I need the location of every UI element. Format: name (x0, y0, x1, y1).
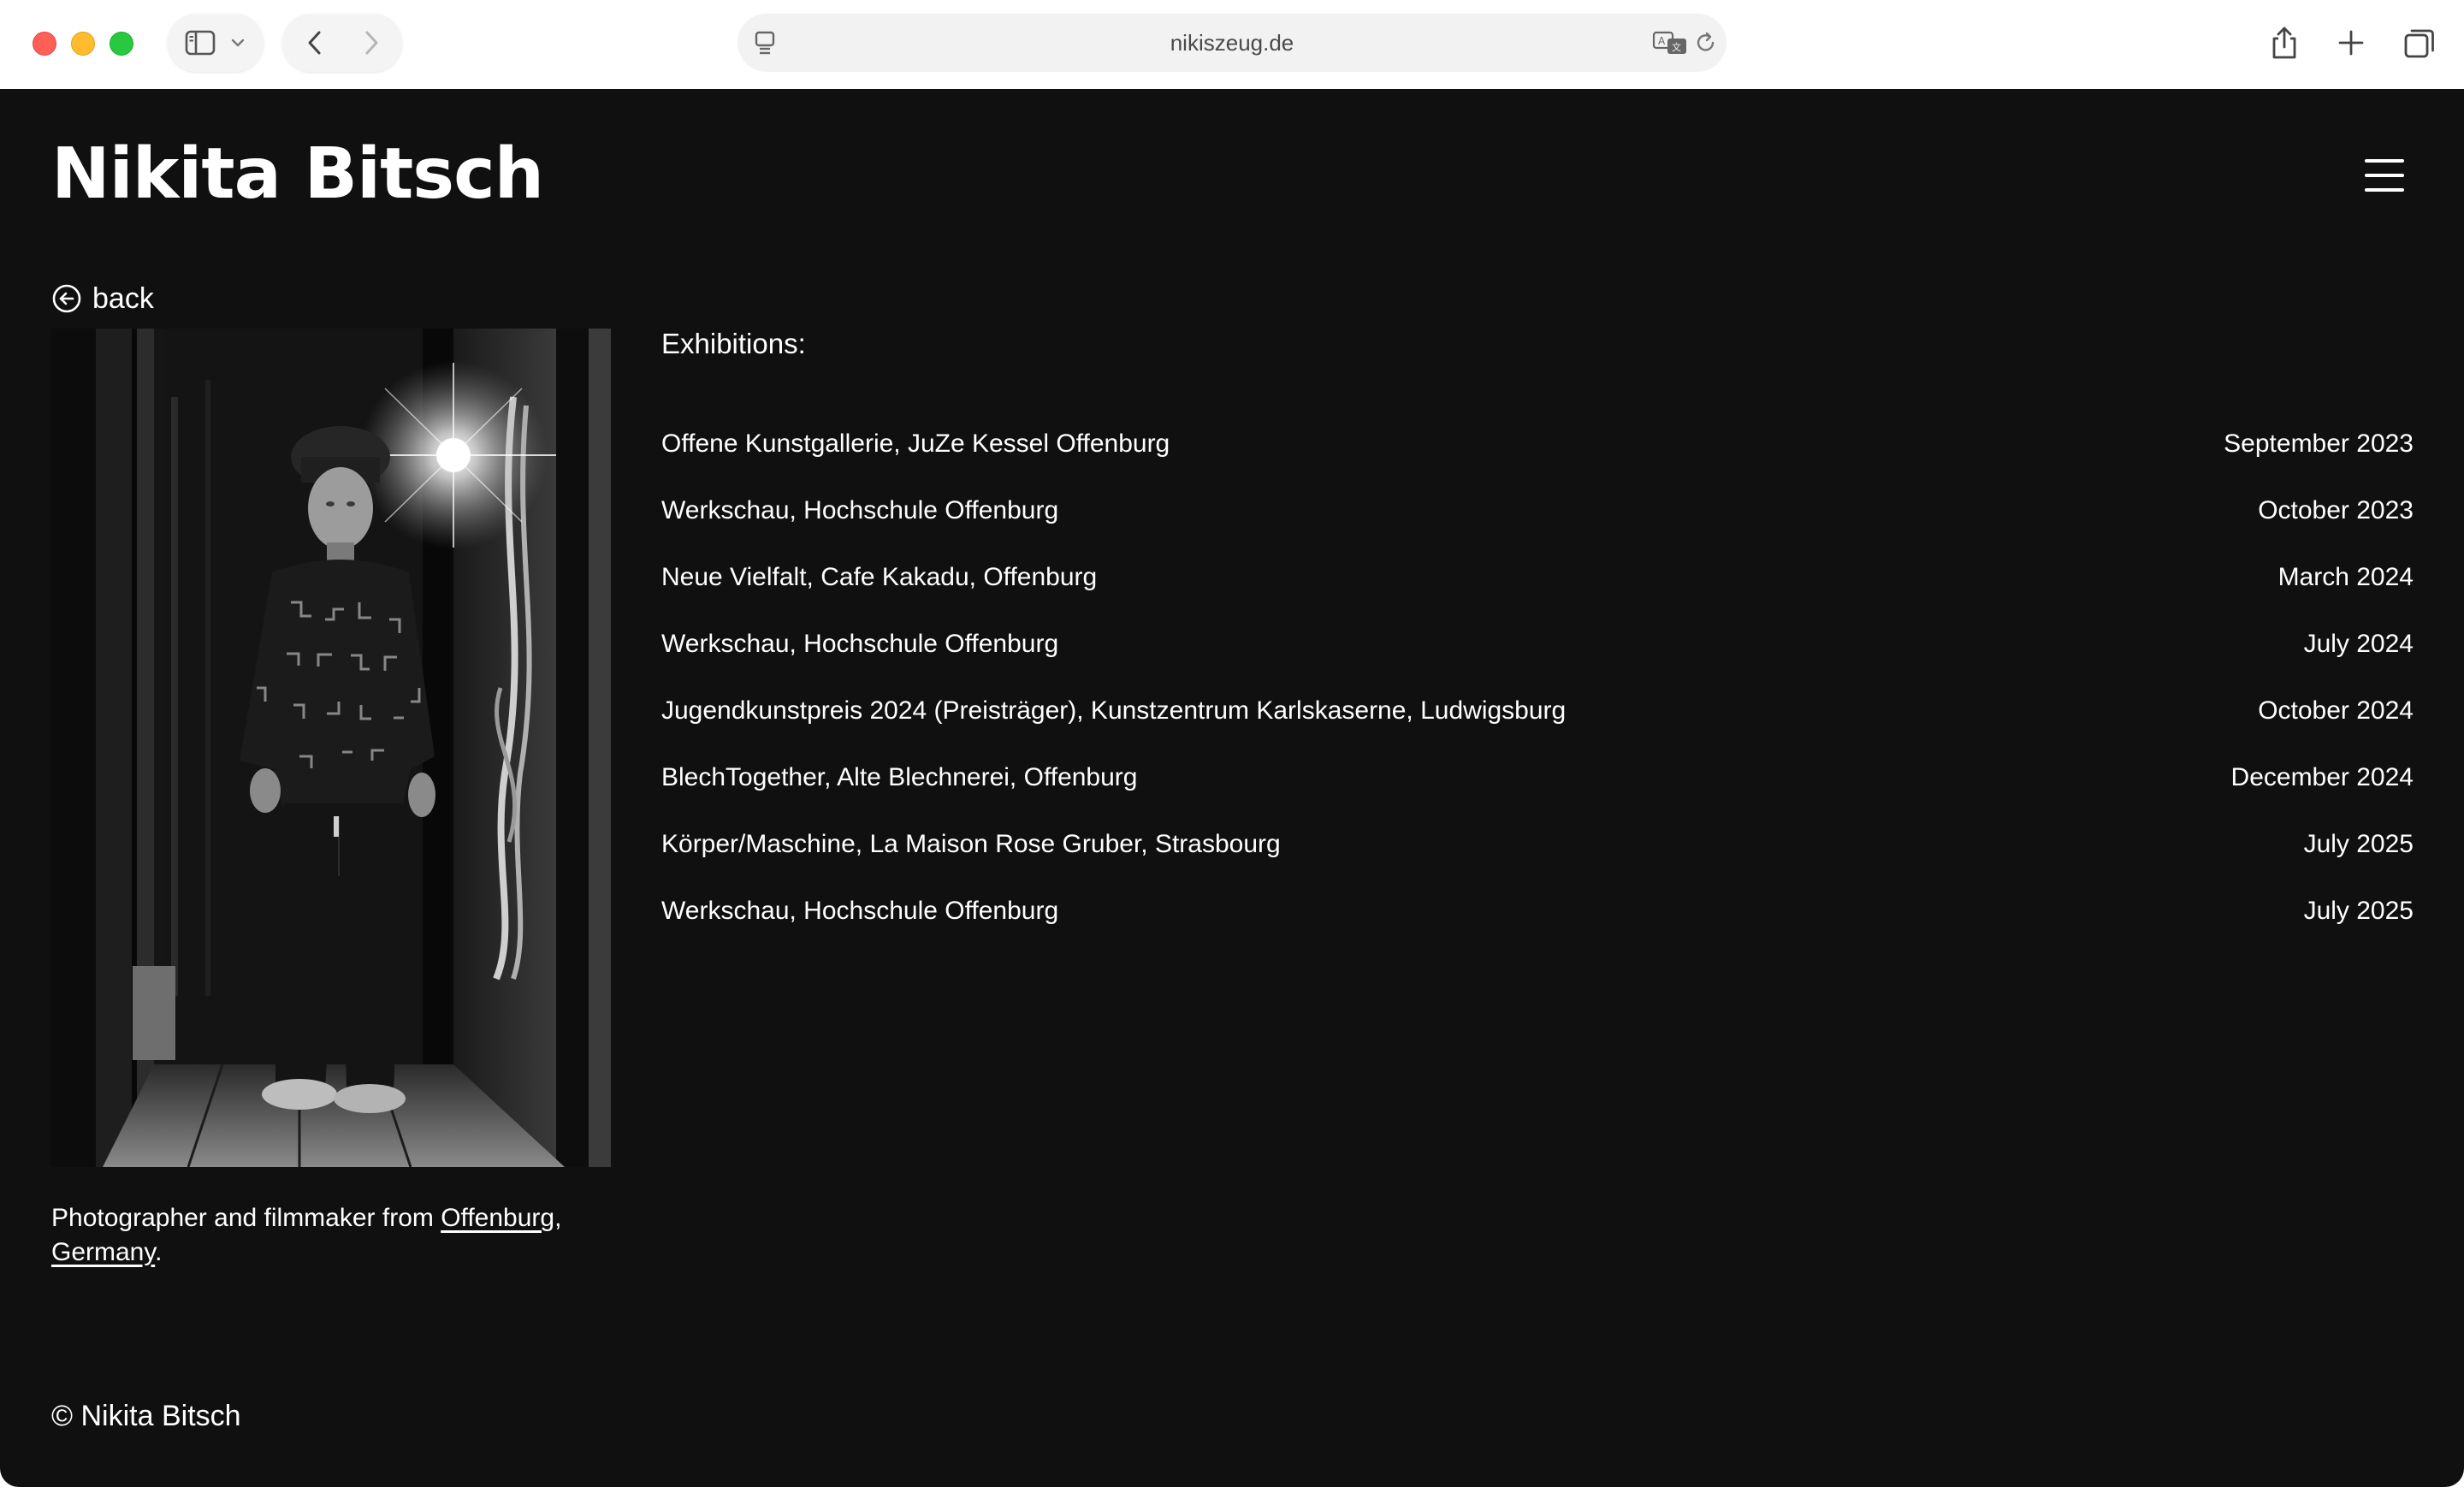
hamburger-menu-icon[interactable] (2353, 151, 2414, 202)
url-text: nikiszeug.de (1170, 30, 1294, 56)
plus-icon[interactable] (2334, 26, 2368, 60)
germany-link[interactable]: Germany (51, 1238, 155, 1266)
bio-end: . (155, 1238, 163, 1266)
exhibition-name: Werkschau, Hochschule Offenburg (661, 630, 1059, 658)
sidebar-icon (183, 26, 217, 60)
back-arrow-icon[interactable] (294, 22, 335, 63)
exhibition-name: Jugendkunstpreis 2024 (Preisträger), Kun… (661, 696, 1567, 725)
bio-text: Photographer and filmmaker from Offenbur… (51, 1201, 616, 1270)
exhibition-date: July 2024 (2303, 630, 2414, 658)
exhibition-name: Werkschau, Hochschule Offenburg (661, 496, 1059, 524)
reload-icon[interactable] (1691, 27, 1721, 58)
navigation-buttons (282, 14, 402, 72)
page-content: Nikita Bitsch back Photographer and film… (0, 89, 2464, 1487)
exhibition-date: December 2024 (2230, 763, 2414, 791)
exhibition-name: Offene Kunstgallerie, JuZe Kessel Offenb… (661, 430, 1170, 458)
exhibition-date: July 2025 (2303, 830, 2414, 858)
exhibition-row: Körper/Maschine, La Maison Rose Gruber, … (661, 811, 2414, 878)
minimize-window-button[interactable] (71, 32, 95, 56)
exhibition-date: October 2024 (2258, 696, 2414, 725)
exhibition-row: Werkschau, Hochschule Offenburg July 202… (661, 611, 2414, 678)
zoom-window-button[interactable] (110, 32, 133, 56)
exhibition-row: Jugendkunstpreis 2024 (Preisträger), Kun… (661, 678, 2414, 744)
exhibition-name: Körper/Maschine, La Maison Rose Gruber, … (661, 830, 1281, 858)
exhibition-date: March 2024 (2277, 563, 2414, 591)
exhibition-date: July 2025 (2303, 897, 2414, 925)
exhibition-row: Werkschau, Hochschule Offenburg October … (661, 477, 2414, 544)
address-bar[interactable]: nikiszeug.de A文 (737, 14, 1727, 72)
back-circle-arrow-icon (52, 284, 81, 313)
exhibition-name: Werkschau, Hochschule Offenburg (661, 897, 1059, 925)
translate-icon[interactable]: A文 (1651, 27, 1689, 58)
exhibition-name: Neue Vielfalt, Cafe Kakadu, Offenburg (661, 563, 1098, 591)
exhibitions-heading: Exhibitions: (661, 328, 806, 359)
chevron-down-icon[interactable] (228, 33, 248, 53)
exhibitions-section: Exhibitions: Offene Kunstgallerie, JuZe … (661, 320, 2414, 945)
exhibition-date: October 2023 (2258, 496, 2414, 524)
bio-intro: Photographer and filmmaker from (51, 1204, 441, 1232)
close-window-button[interactable] (33, 32, 56, 56)
exhibition-date: September 2023 (2224, 430, 2414, 458)
back-link[interactable]: back (51, 275, 154, 322)
bio-separator: , (554, 1204, 562, 1232)
exhibition-row: BlechTogether, Alte Blechnerei, Offenbur… (661, 744, 2414, 811)
back-label: back (92, 281, 154, 315)
copyright: © Nikita Bitsch (51, 1400, 241, 1432)
tab-overview-icon[interactable] (2401, 26, 2438, 62)
exhibitions-list: Offene Kunstgallerie, JuZe Kessel Offenb… (661, 411, 2414, 945)
sidebar-toggle-button[interactable] (168, 14, 264, 72)
svg-text:文: 文 (1672, 41, 1681, 53)
exhibition-row: Neue Vielfalt, Cafe Kakadu, Offenburg Ma… (661, 544, 2414, 611)
site-title[interactable]: Nikita Bitsch (51, 132, 544, 217)
portrait-photo (51, 329, 611, 1167)
svg-text:A: A (1658, 35, 1666, 47)
exhibition-row: Werkschau, Hochschule Offenburg July 202… (661, 878, 2414, 945)
exhibition-name: BlechTogether, Alte Blechnerei, Offenbur… (661, 763, 1138, 791)
exhibition-row: Offene Kunstgallerie, JuZe Kessel Offenb… (661, 411, 2414, 477)
forward-arrow-icon[interactable] (351, 22, 392, 63)
share-icon[interactable] (2266, 22, 2303, 63)
offenburg-link[interactable]: Offenburg (441, 1204, 554, 1232)
browser-toolbar: nikiszeug.de A文 (0, 0, 2464, 89)
